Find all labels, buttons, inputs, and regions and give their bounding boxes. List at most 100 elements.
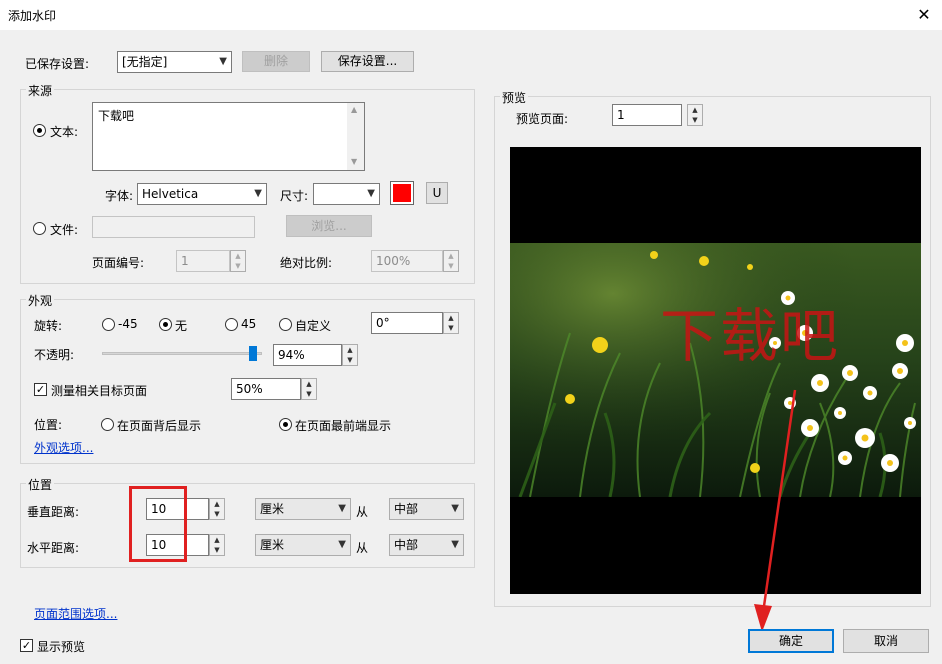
rotation-custom-radio[interactable]: [279, 318, 292, 331]
underline-button[interactable]: U: [426, 182, 448, 204]
appearance-position-label: 位置:: [34, 418, 63, 432]
text-radio[interactable]: [33, 124, 46, 137]
down-icon[interactable]: ▼: [210, 509, 224, 519]
vertical-unit-select[interactable]: 厘米 ▼: [255, 498, 351, 520]
rotation-45-label: 45: [241, 317, 257, 331]
horizontal-unit-value: 厘米: [260, 538, 285, 552]
cancel-button[interactable]: 取消: [843, 629, 929, 653]
horizontal-distance-stepper[interactable]: ▲ ▼: [209, 534, 225, 556]
source-group-label: 来源: [26, 82, 55, 99]
opacity-input[interactable]: 94%: [273, 344, 342, 366]
up-icon[interactable]: ▲: [444, 313, 458, 323]
chevron-down-icon: ▼: [451, 503, 459, 514]
appearance-group-label: 外观: [26, 292, 55, 309]
preview-group-label: 预览: [500, 89, 529, 106]
vertical-from-select[interactable]: 中部 ▼: [389, 498, 464, 520]
ok-button[interactable]: 确定: [748, 629, 834, 653]
scale-stepper[interactable]: ▲ ▼: [443, 250, 459, 272]
rotation-none-label: 无: [175, 319, 188, 333]
rotation-custom-label: 自定义: [295, 319, 332, 333]
size-select[interactable]: ▼: [313, 183, 380, 205]
down-icon[interactable]: ▼: [231, 261, 245, 271]
vertical-distance-label: 垂直距离:: [27, 505, 80, 519]
vertical-from-label: 从: [356, 505, 369, 519]
color-swatch: [393, 184, 411, 202]
rotation-45-radio[interactable]: [225, 318, 238, 331]
up-icon[interactable]: ▲: [210, 535, 224, 545]
down-icon[interactable]: ▼: [444, 323, 458, 333]
opacity-slider-thumb[interactable]: [249, 346, 258, 361]
text-scrollbar[interactable]: ▲ ▼: [347, 103, 364, 170]
up-icon[interactable]: ▲: [688, 105, 702, 115]
chevron-down-icon: ▼: [219, 56, 227, 67]
rotation-stepper[interactable]: ▲ ▼: [443, 312, 459, 334]
file-radio-label: 文件:: [50, 223, 79, 237]
delete-button[interactable]: 删除: [242, 51, 310, 72]
scale-relative-checkbox[interactable]: ✓: [34, 383, 47, 396]
scale-relative-stepper[interactable]: ▲ ▼: [301, 378, 317, 400]
preview-page-image: 下载吧: [510, 243, 921, 497]
page-number-label: 页面编号:: [92, 256, 145, 270]
page-range-link[interactable]: 页面范围选项...: [34, 605, 117, 622]
scroll-up-icon[interactable]: ▲: [351, 105, 357, 114]
scale-label: 绝对比例:: [280, 256, 333, 270]
scale-input[interactable]: 100%: [371, 250, 443, 272]
down-icon[interactable]: ▼: [444, 261, 458, 271]
opacity-stepper[interactable]: ▲ ▼: [342, 344, 358, 366]
title-bar: [0, 0, 942, 30]
up-icon[interactable]: ▲: [231, 251, 245, 261]
down-icon[interactable]: ▼: [688, 115, 702, 125]
rotation-custom-input[interactable]: 0°: [371, 312, 443, 334]
chevron-down-icon: ▼: [338, 539, 346, 550]
arrow-head-icon: [754, 604, 772, 632]
scale-relative-input[interactable]: 50%: [231, 378, 301, 400]
position-behind-radio[interactable]: [101, 418, 114, 431]
up-icon[interactable]: ▲: [302, 379, 316, 389]
color-picker-button[interactable]: [390, 181, 414, 205]
save-settings-button[interactable]: 保存设置...: [321, 51, 414, 72]
browse-button[interactable]: 浏览...: [286, 215, 372, 237]
vertical-from-value: 中部: [394, 502, 419, 516]
saved-settings-value: [无指定]: [122, 55, 168, 69]
up-icon[interactable]: ▲: [343, 345, 357, 355]
font-select[interactable]: Helvetica ▼: [137, 183, 267, 205]
red-arrow-annotation: [754, 389, 797, 632]
position-group-label: 位置: [26, 476, 55, 493]
arrow-line: [760, 389, 797, 621]
scroll-down-icon[interactable]: ▼: [351, 157, 357, 166]
file-radio[interactable]: [33, 222, 46, 235]
page-number-input[interactable]: 1: [176, 250, 230, 272]
text-radio-label: 文本:: [50, 125, 79, 139]
watermark-text-input[interactable]: 下载吧 ▲ ▼: [92, 102, 365, 171]
highlight-box: [129, 486, 187, 562]
position-front-radio[interactable]: [279, 418, 292, 431]
down-icon[interactable]: ▼: [210, 545, 224, 555]
down-icon[interactable]: ▼: [302, 389, 316, 399]
preview-page-stepper[interactable]: ▲ ▼: [687, 104, 703, 126]
chevron-down-icon: ▼: [367, 188, 375, 199]
down-icon[interactable]: ▼: [343, 355, 357, 365]
saved-settings-label: 已保存设置:: [25, 57, 90, 71]
appearance-options-link[interactable]: 外观选项...: [34, 439, 93, 456]
show-preview-checkbox[interactable]: ✓: [20, 639, 33, 652]
position-front-label: 在页面最前端显示: [295, 419, 392, 433]
up-icon[interactable]: ▲: [444, 251, 458, 261]
horizontal-distance-label: 水平距离:: [27, 541, 80, 555]
watermark-text-value: 下载吧: [98, 109, 135, 123]
saved-settings-select[interactable]: [无指定] ▼: [117, 51, 232, 73]
close-icon[interactable]: ✕: [914, 5, 934, 25]
file-path-input[interactable]: [92, 216, 255, 238]
horizontal-from-select[interactable]: 中部 ▼: [389, 534, 464, 556]
horizontal-unit-select[interactable]: 厘米 ▼: [255, 534, 351, 556]
horizontal-from-value: 中部: [394, 538, 419, 552]
rotation-none-radio[interactable]: [159, 318, 172, 331]
vertical-distance-stepper[interactable]: ▲ ▼: [209, 498, 225, 520]
rotation-neg45-radio[interactable]: [102, 318, 115, 331]
up-icon[interactable]: ▲: [210, 499, 224, 509]
preview-page-input[interactable]: 1: [612, 104, 682, 126]
font-label: 字体:: [105, 189, 134, 203]
scale-relative-label: 测量相关目标页面: [51, 384, 148, 398]
page-number-stepper[interactable]: ▲ ▼: [230, 250, 246, 272]
horizontal-from-label: 从: [356, 541, 369, 555]
opacity-slider[interactable]: [102, 346, 262, 361]
